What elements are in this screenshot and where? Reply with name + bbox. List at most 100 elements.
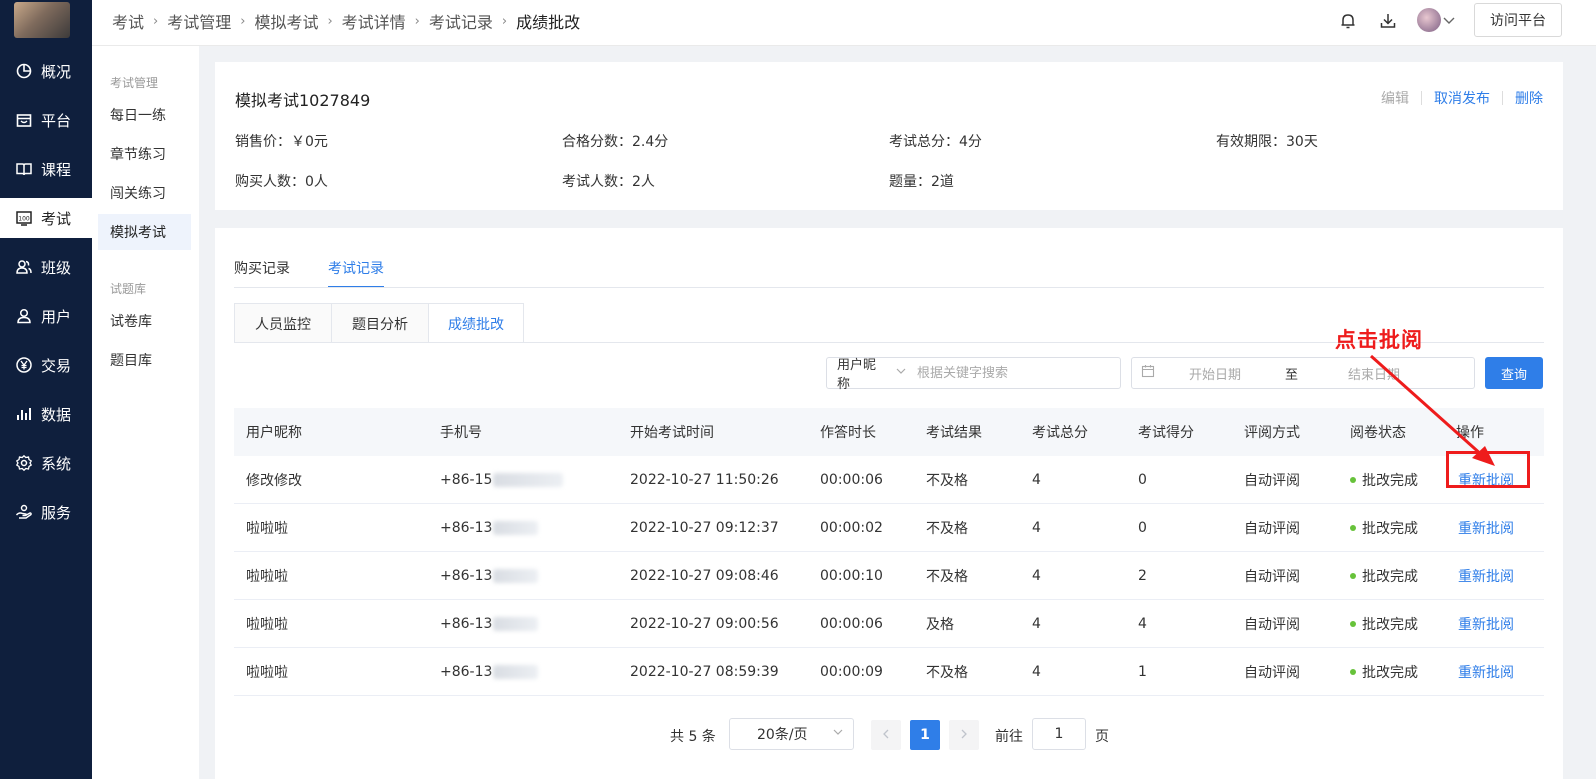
status-text: 批改完成 <box>1362 473 1418 489</box>
delete-link[interactable]: 删除 <box>1515 88 1543 108</box>
prev-page-button[interactable] <box>871 720 901 750</box>
subnav-item-question-bank[interactable]: 题目库 <box>98 342 191 378</box>
subnav-item-mock-exam[interactable]: 模拟考试 <box>98 214 191 250</box>
table-row: 啦啦啦 +86-13 2022-10-27 09:00:56 00:00:06 … <box>234 600 1544 648</box>
result: 及格 <box>926 617 954 633</box>
review-method: 自动评阅 <box>1244 521 1300 537</box>
start-time: 2022-10-27 11:50:26 <box>630 472 779 488</box>
subnav-item-levels[interactable]: 闯关练习 <box>98 175 191 211</box>
goto-page-input[interactable] <box>1032 718 1086 750</box>
duration: 00:00:10 <box>820 568 883 584</box>
phone-number: +86-13 <box>440 648 539 696</box>
search-field-select[interactable]: 用户昵称 <box>827 354 907 392</box>
sidebar-item-course[interactable]: 课程 <box>0 149 92 189</box>
subnav-item-paper-bank[interactable]: 试卷库 <box>98 303 191 339</box>
breadcrumb-item[interactable]: 模拟考试 <box>254 9 318 33</box>
breadcrumb-item[interactable]: 考试详情 <box>342 9 406 33</box>
start-time: 2022-10-27 09:00:56 <box>630 616 779 632</box>
next-page-button[interactable] <box>949 720 979 750</box>
regrade-link[interactable]: 重新批阅 <box>1458 566 1514 586</box>
start-date-input[interactable]: 开始日期 <box>1189 364 1241 383</box>
sidebar-item-class[interactable]: 班级 <box>0 247 92 287</box>
tab-monitor[interactable]: 人员监控 <box>235 304 332 343</box>
visit-platform-button[interactable]: 访问平台 <box>1474 3 1562 37</box>
subnav-item-daily[interactable]: 每日一练 <box>98 97 191 133</box>
subtabs: 人员监控 题目分析 成绩批改 <box>234 303 524 343</box>
breadcrumb-item[interactable]: 考试记录 <box>429 9 493 33</box>
avatar[interactable] <box>1417 8 1441 32</box>
total-score: 4 <box>1032 568 1041 584</box>
user-nickname: 啦啦啦 <box>246 665 288 681</box>
sidebar-item-system[interactable]: 系统 <box>0 443 92 483</box>
annotation-text: 点击批阅 <box>1335 327 1423 352</box>
regrade-link[interactable]: 重新批阅 <box>1458 518 1514 538</box>
end-date-input[interactable]: 结束日期 <box>1348 364 1400 383</box>
score: 0 <box>1138 520 1147 536</box>
regrade-link[interactable]: 重新批阅 <box>1458 614 1514 634</box>
logo[interactable] <box>14 2 70 38</box>
goto-label: 前往 <box>995 729 1023 745</box>
review-method: 自动评阅 <box>1244 665 1300 681</box>
sidebar-item-data[interactable]: 数据 <box>0 394 92 434</box>
questions-info: 题量：2道 <box>889 174 954 190</box>
breadcrumb-item[interactable]: 考试 <box>112 9 144 33</box>
status-dot-icon <box>1350 621 1356 627</box>
regrade-link[interactable]: 重新批阅 <box>1458 662 1514 682</box>
price-info: 销售价：￥0元 <box>235 134 328 150</box>
duration: 00:00:06 <box>820 616 883 632</box>
sidebar-item-platform[interactable]: 平台 <box>0 100 92 140</box>
sidebar-item-trade[interactable]: 交易 <box>0 345 92 385</box>
sidebar-item-label: 考试 <box>41 209 72 228</box>
tab-exam-records[interactable]: 考试记录 <box>328 258 384 288</box>
query-button[interactable]: 查询 <box>1485 357 1543 389</box>
download-icon[interactable] <box>1378 11 1398 31</box>
phone-prefix: +86-13 <box>440 616 493 632</box>
regrade-link-cell: 重新批阅 <box>1458 552 1514 600</box>
sidebar-item-label: 服务 <box>41 503 72 522</box>
grading-status: 批改完成 <box>1350 552 1418 600</box>
main-sidebar: 概况 平台 课程 100 考试 班级 用户 交易 数据 系统 服务 <box>0 0 92 779</box>
tab-analysis[interactable]: 题目分析 <box>332 304 429 343</box>
grading-status: 批改完成 <box>1350 600 1418 648</box>
table-row: 修改修改 +86-15 2022-10-27 11:50:26 00:00:06… <box>234 456 1544 504</box>
column-header: 考试结果 <box>926 425 982 441</box>
divider <box>234 287 1544 288</box>
total-count: 共 5 条 <box>670 729 716 745</box>
sidebar-item-label: 平台 <box>41 111 72 130</box>
tab-grading[interactable]: 成绩批改 <box>429 304 523 343</box>
chevron-down-icon[interactable] <box>1442 10 1462 30</box>
date-range-picker[interactable]: 开始日期 至 结束日期 <box>1131 357 1475 389</box>
phone-prefix: +86-13 <box>440 520 493 536</box>
search-input[interactable] <box>907 359 1120 387</box>
search-box: 用户昵称 <box>826 354 1121 392</box>
sidebar-item-exam[interactable]: 100 考试 <box>0 198 92 238</box>
sidebar-item-label: 班级 <box>41 258 72 277</box>
status-text: 批改完成 <box>1362 665 1418 681</box>
breadcrumb-item[interactable]: 考试管理 <box>167 9 231 33</box>
sidebar-item-user[interactable]: 用户 <box>0 296 92 336</box>
page-number-button[interactable]: 1 <box>910 720 940 750</box>
page-size-select[interactable]: 20条/页 <box>729 718 854 750</box>
sidebar-item-overview[interactable]: 概况 <box>0 51 92 91</box>
subnav-item-chapter[interactable]: 章节练习 <box>98 136 191 172</box>
total-score-info: 考试总分：4分 <box>889 134 982 150</box>
tab-purchase-records[interactable]: 购买记录 <box>234 258 290 288</box>
column-header: 考试得分 <box>1138 425 1194 441</box>
bell-icon[interactable] <box>1338 11 1358 31</box>
chevron-right-icon <box>959 727 969 743</box>
grading-status: 批改完成 <box>1350 648 1418 696</box>
start-time: 2022-10-27 09:12:37 <box>630 520 779 536</box>
total-score: 4 <box>1032 616 1041 632</box>
sidebar-item-label: 用户 <box>41 307 72 326</box>
gear-icon <box>15 454 33 472</box>
user-nickname: 修改修改 <box>246 473 302 489</box>
redacted-digits <box>493 569 539 583</box>
yuan-icon <box>15 356 33 374</box>
start-time: 2022-10-27 09:08:46 <box>630 568 779 584</box>
unpublish-link[interactable]: 取消发布 <box>1434 88 1490 108</box>
table-row: 啦啦啦 +86-13 2022-10-27 09:12:37 00:00:02 … <box>234 504 1544 552</box>
sidebar-item-service[interactable]: 服务 <box>0 492 92 532</box>
phone-prefix: +86-13 <box>440 664 493 680</box>
user-nickname: 啦啦啦 <box>246 617 288 633</box>
edit-link[interactable]: 编辑 <box>1381 88 1409 108</box>
